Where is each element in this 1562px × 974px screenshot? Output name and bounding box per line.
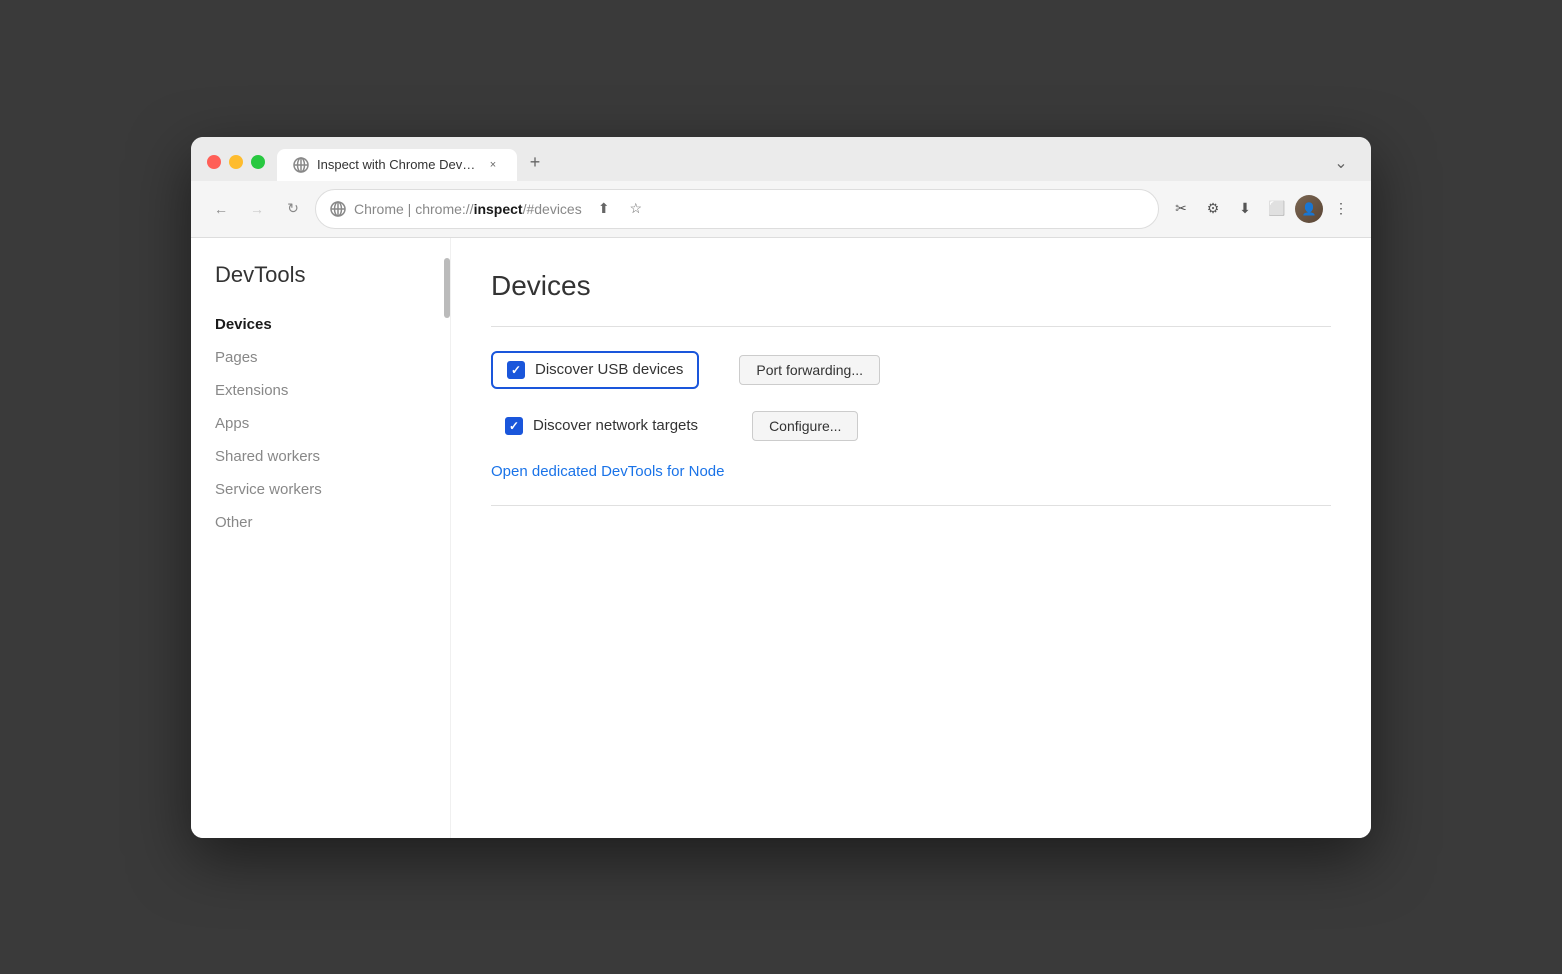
sidebar-item-extensions[interactable]: Extensions [191,374,450,407]
discover-network-checkbox-wrapper[interactable]: ✓ Discover network targets [491,409,712,443]
address-bar: ← → ↻ Chrome | chrome://inspect/#devices… [191,181,1371,238]
fullscreen-button[interactable]: ⬜ [1263,195,1291,223]
url-actions: ⬆ ☆ [590,195,650,223]
sidebar-nav: Devices Pages Extensions Apps Shared wor… [191,308,450,539]
user-avatar[interactable]: 👤 [1295,195,1323,223]
page-content: Devices ✓ Discover USB devices Port forw… [451,238,1371,838]
url-bar[interactable]: Chrome | chrome://inspect/#devices ⬆ ☆ [315,189,1159,229]
sidebar: DevTools Devices Pages Extensions Apps S… [191,238,451,838]
network-option-row: ✓ Discover network targets Configure... [491,409,1331,443]
checkbox-checkmark: ✓ [511,364,521,376]
sidebar-item-pages[interactable]: Pages [191,341,450,374]
discover-usb-label: Discover USB devices [535,361,683,378]
traffic-lights [207,155,265,181]
sidebar-item-apps[interactable]: Apps [191,407,450,440]
discover-network-checkbox[interactable]: ✓ [505,417,523,435]
sidebar-item-shared-workers[interactable]: Shared workers [191,440,450,473]
url-anchor-text: /#devices [523,201,582,217]
bookmark-button[interactable]: ☆ [622,195,650,223]
usb-option-row: ✓ Discover USB devices Port forwarding..… [491,351,1331,389]
menu-button[interactable]: ⋮ [1327,195,1355,223]
share-button[interactable]: ⬆ [590,195,618,223]
node-devtools-link[interactable]: Open dedicated DevTools for Node [491,463,724,480]
download-button[interactable]: ⬇ [1231,195,1259,223]
sidebar-scrollbar[interactable] [444,258,450,318]
tab-title: Inspect with Chrome Develope... [317,157,477,172]
new-tab-button[interactable]: + [521,149,549,177]
tab-list-button[interactable]: ⌄ [1327,149,1355,177]
url-source-text: Chrome | chrome:// [354,201,474,217]
back-button[interactable]: ← [207,195,235,223]
main-content: DevTools Devices Pages Extensions Apps S… [191,238,1371,838]
tab-close-button[interactable]: × [485,157,501,173]
close-button[interactable] [207,155,221,169]
sidebar-item-service-workers[interactable]: Service workers [191,473,450,506]
sidebar-title: DevTools [191,262,450,308]
tabs-area: Inspect with Chrome Develope... × + ⌄ [277,149,1355,181]
sidebar-item-other[interactable]: Other [191,506,450,539]
node-devtools-row: Open dedicated DevTools for Node [491,463,1331,481]
avatar-image: 👤 [1295,195,1323,223]
discover-network-label: Discover network targets [533,417,698,434]
top-divider [491,326,1331,327]
page-title: Devices [491,270,1331,302]
network-checkbox-checkmark: ✓ [509,420,519,432]
scissors-button[interactable]: ✂ [1167,195,1195,223]
sidebar-item-devices[interactable]: Devices [191,308,450,341]
url-path-text: inspect [474,201,523,217]
extensions-button[interactable]: ⚙ [1199,195,1227,223]
active-tab[interactable]: Inspect with Chrome Develope... × [277,149,517,181]
port-forwarding-button[interactable]: Port forwarding... [739,355,880,385]
toolbar-actions: ✂ ⚙ ⬇ ⬜ 👤 ⋮ [1167,195,1355,223]
discover-usb-checkbox[interactable]: ✓ [507,361,525,379]
minimize-button[interactable] [229,155,243,169]
options-area: ✓ Discover USB devices Port forwarding..… [491,351,1331,481]
title-bar: Inspect with Chrome Develope... × + ⌄ [191,137,1371,181]
maximize-button[interactable] [251,155,265,169]
configure-button[interactable]: Configure... [752,411,858,441]
bottom-divider [491,505,1331,506]
forward-button[interactable]: → [243,195,271,223]
reload-button[interactable]: ↻ [279,195,307,223]
discover-usb-checkbox-wrapper[interactable]: ✓ Discover USB devices [491,351,699,389]
browser-window: Inspect with Chrome Develope... × + ⌄ ← … [191,137,1371,838]
url-globe-icon [330,201,346,217]
url-source: Chrome | chrome://inspect/#devices [354,201,582,217]
tab-favicon [293,157,309,173]
